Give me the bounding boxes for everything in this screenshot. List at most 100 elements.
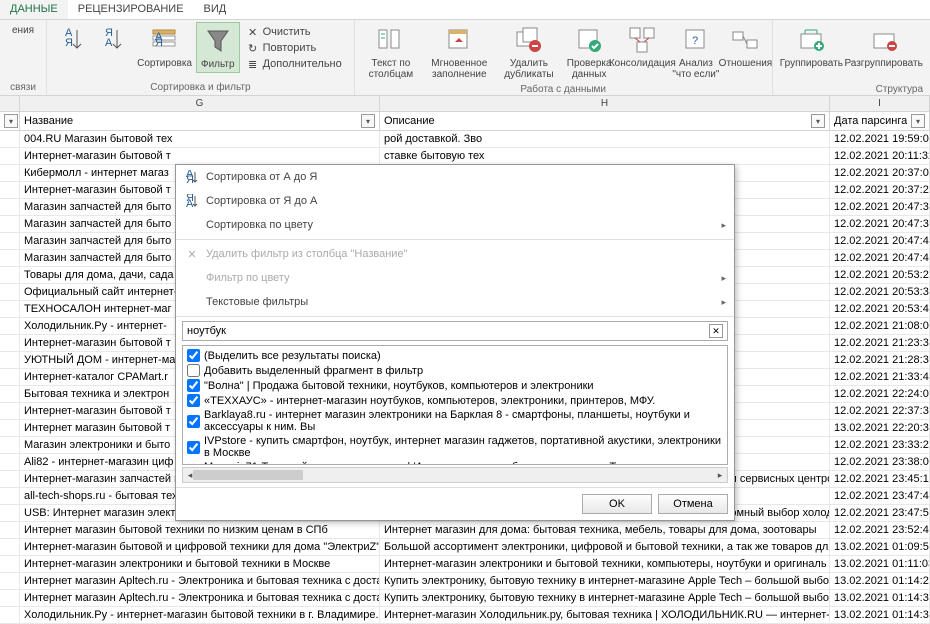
cell-date[interactable]: 12.02.2021 21:33:45 (830, 369, 930, 385)
cell-date[interactable]: 12.02.2021 21:08:01 (830, 318, 930, 334)
cell-date[interactable]: 12.02.2021 20:37:09 (830, 165, 930, 181)
cell[interactable] (0, 539, 20, 555)
sort-color-item[interactable]: Сортировка по цвету▸ (176, 213, 734, 237)
col-header-blank[interactable] (0, 96, 20, 111)
filter-option[interactable]: IVPstore - купить смартфон, ноутбук, инт… (185, 434, 725, 460)
cell-name[interactable]: Интернет-магазин бытовой т (20, 148, 380, 164)
cell[interactable] (0, 369, 20, 385)
advanced-button[interactable]: ≣Дополнительно (244, 56, 344, 72)
cell-date[interactable]: 12.02.2021 20:47:39 (830, 199, 930, 215)
consolidate-button[interactable]: Консолидация (618, 22, 667, 71)
cell-desc[interactable]: рой доставкой. Зво (380, 131, 830, 147)
whatif-button[interactable]: ? Анализ "что если" (667, 22, 726, 82)
cell-name[interactable]: Интернет-магазин бытовой и цифровой техн… (20, 539, 380, 555)
cell[interactable] (0, 556, 20, 572)
sort-az-button[interactable]: АЯ (53, 22, 93, 58)
cell-date[interactable]: 13.02.2021 01:09:54 (830, 539, 930, 555)
cell-date[interactable]: 12.02.2021 21:23:37 (830, 335, 930, 351)
filter-option[interactable]: «ТЕХХАУС» - интернет-магазин ноутбуков, … (185, 393, 725, 408)
cell-desc[interactable]: Большой ассортимент электроники, цифрово… (380, 539, 830, 555)
cell[interactable] (0, 454, 20, 470)
cell[interactable] (0, 165, 20, 181)
scroll-thumb[interactable] (193, 470, 303, 480)
cell-desc[interactable]: ставке бытовую тех (380, 148, 830, 164)
cell-desc[interactable]: Купить электронику, бытовую технику в ин… (380, 573, 830, 589)
cell[interactable] (0, 590, 20, 606)
filter-option[interactable]: Barklaya8.ru - интернет магазин электрон… (185, 408, 725, 434)
table-row[interactable]: Интернет магазин Apltech.ru - Электроник… (0, 573, 930, 590)
ok-button[interactable]: OK (582, 494, 652, 514)
cell[interactable] (0, 437, 20, 453)
cell-name[interactable]: Интернет магазин Apltech.ru - Электроник… (20, 590, 380, 606)
cell[interactable] (0, 573, 20, 589)
cell[interactable] (0, 131, 20, 147)
cell[interactable] (0, 420, 20, 436)
table-row[interactable]: Интернет-магазин электроники и бытовой т… (0, 556, 930, 573)
cell-date[interactable]: 12.02.2021 20:53:48 (830, 301, 930, 317)
scroll-right-icon[interactable]: ▸ (713, 468, 727, 482)
cell-date[interactable]: 12.02.2021 23:45:12 (830, 471, 930, 487)
table-row[interactable]: Интернет магазин Apltech.ru - Электроник… (0, 590, 930, 607)
checkbox[interactable] (187, 441, 200, 454)
clear-search-button[interactable]: ✕ (709, 324, 723, 338)
cell-date[interactable]: 13.02.2021 01:14:34 (830, 590, 930, 606)
cell[interactable] (0, 607, 20, 623)
text-filters-item[interactable]: Текстовые фильтры▸ (176, 290, 734, 314)
cell-date[interactable]: 12.02.2021 20:47:41 (830, 233, 930, 249)
subtotal-button[interactable]: Промежуточный итог (923, 22, 930, 82)
cell-date[interactable]: 12.02.2021 20:37:22 (830, 182, 930, 198)
checkbox[interactable] (187, 394, 200, 407)
checkbox[interactable] (187, 364, 200, 377)
col-header-i[interactable]: I (830, 96, 930, 111)
cell[interactable] (0, 403, 20, 419)
cell-name[interactable]: 004.RU Магазин бытовой тех (20, 131, 380, 147)
reapply-button[interactable]: ↻Повторить (244, 40, 344, 56)
filter-options-list[interactable]: (Выделить все результаты поиска) Добавит… (182, 345, 728, 465)
cell-date[interactable]: 12.02.2021 22:24:04 (830, 386, 930, 402)
filter-desc[interactable]: Описание▾ (380, 112, 830, 130)
cell-name[interactable]: Холодильник.Ру - интернет-магазин бытово… (20, 607, 380, 623)
cell-date[interactable]: 13.02.2021 01:14:38 (830, 607, 930, 623)
cell-date[interactable]: 12.02.2021 23:47:55 (830, 505, 930, 521)
data-validation-button[interactable]: Проверка данных (560, 22, 618, 82)
cell[interactable] (0, 182, 20, 198)
cell[interactable] (0, 284, 20, 300)
cell[interactable] (0, 148, 20, 164)
checkbox[interactable] (187, 379, 200, 392)
cell[interactable] (0, 250, 20, 266)
cell[interactable] (0, 505, 20, 521)
cell[interactable] (0, 267, 20, 283)
filter-dropdown-icon[interactable]: ▾ (4, 114, 18, 128)
cell-name[interactable]: Интернет магазин Apltech.ru - Электроник… (20, 573, 380, 589)
sort-za-button[interactable]: ЯА (93, 22, 133, 58)
cell-date[interactable]: 12.02.2021 23:33:22 (830, 437, 930, 453)
cell-desc[interactable]: Интернет-магазин электроники и бытовой т… (380, 556, 830, 572)
tab-review[interactable]: РЕЦЕНЗИРОВАНИЕ (68, 0, 194, 19)
filter-name[interactable]: Название▾ (20, 112, 380, 130)
cell-date[interactable]: 12.02.2021 20:47:39 (830, 216, 930, 232)
cell-date[interactable]: 12.02.2021 22:37:35 (830, 403, 930, 419)
table-row[interactable]: Интернет магазин бытовой техники по низк… (0, 522, 930, 539)
cell-date[interactable]: 13.02.2021 22:20:32 (830, 420, 930, 436)
cell[interactable] (0, 301, 20, 317)
filter-dropdown-icon[interactable]: ▾ (811, 114, 825, 128)
table-row[interactable]: Интернет-магазин бытовой тставке бытовую… (0, 148, 930, 165)
cell-date[interactable]: 12.02.2021 20:53:37 (830, 284, 930, 300)
sort-za-item[interactable]: ЯАСортировка от Я до А (176, 189, 734, 213)
cell-date[interactable]: 12.02.2021 20:53:20 (830, 267, 930, 283)
filter-search-input[interactable] (187, 325, 709, 337)
filter-dropdown-icon[interactable]: ▾ (911, 114, 925, 128)
cell-name[interactable]: Интернет магазин бытовой техники по низк… (20, 522, 380, 538)
cell-name[interactable]: Интернет-магазин электроники и бытовой т… (20, 556, 380, 572)
table-row[interactable]: 004.RU Магазин бытовой техрой доставкой.… (0, 131, 930, 148)
cell[interactable] (0, 318, 20, 334)
col-header-g[interactable]: G (20, 96, 380, 111)
table-row[interactable]: Интернет-магазин бытовой и цифровой техн… (0, 539, 930, 556)
cell-date[interactable]: 12.02.2021 23:47:49 (830, 488, 930, 504)
cell-date[interactable]: 12.02.2021 23:38:07 (830, 454, 930, 470)
cell[interactable] (0, 216, 20, 232)
checkbox[interactable] (187, 349, 200, 362)
ungroup-button[interactable]: Разгруппировать (844, 22, 923, 71)
cell-date[interactable]: 12.02.2021 19:59:09 (830, 131, 930, 147)
group-button[interactable]: Группировать (779, 22, 844, 71)
